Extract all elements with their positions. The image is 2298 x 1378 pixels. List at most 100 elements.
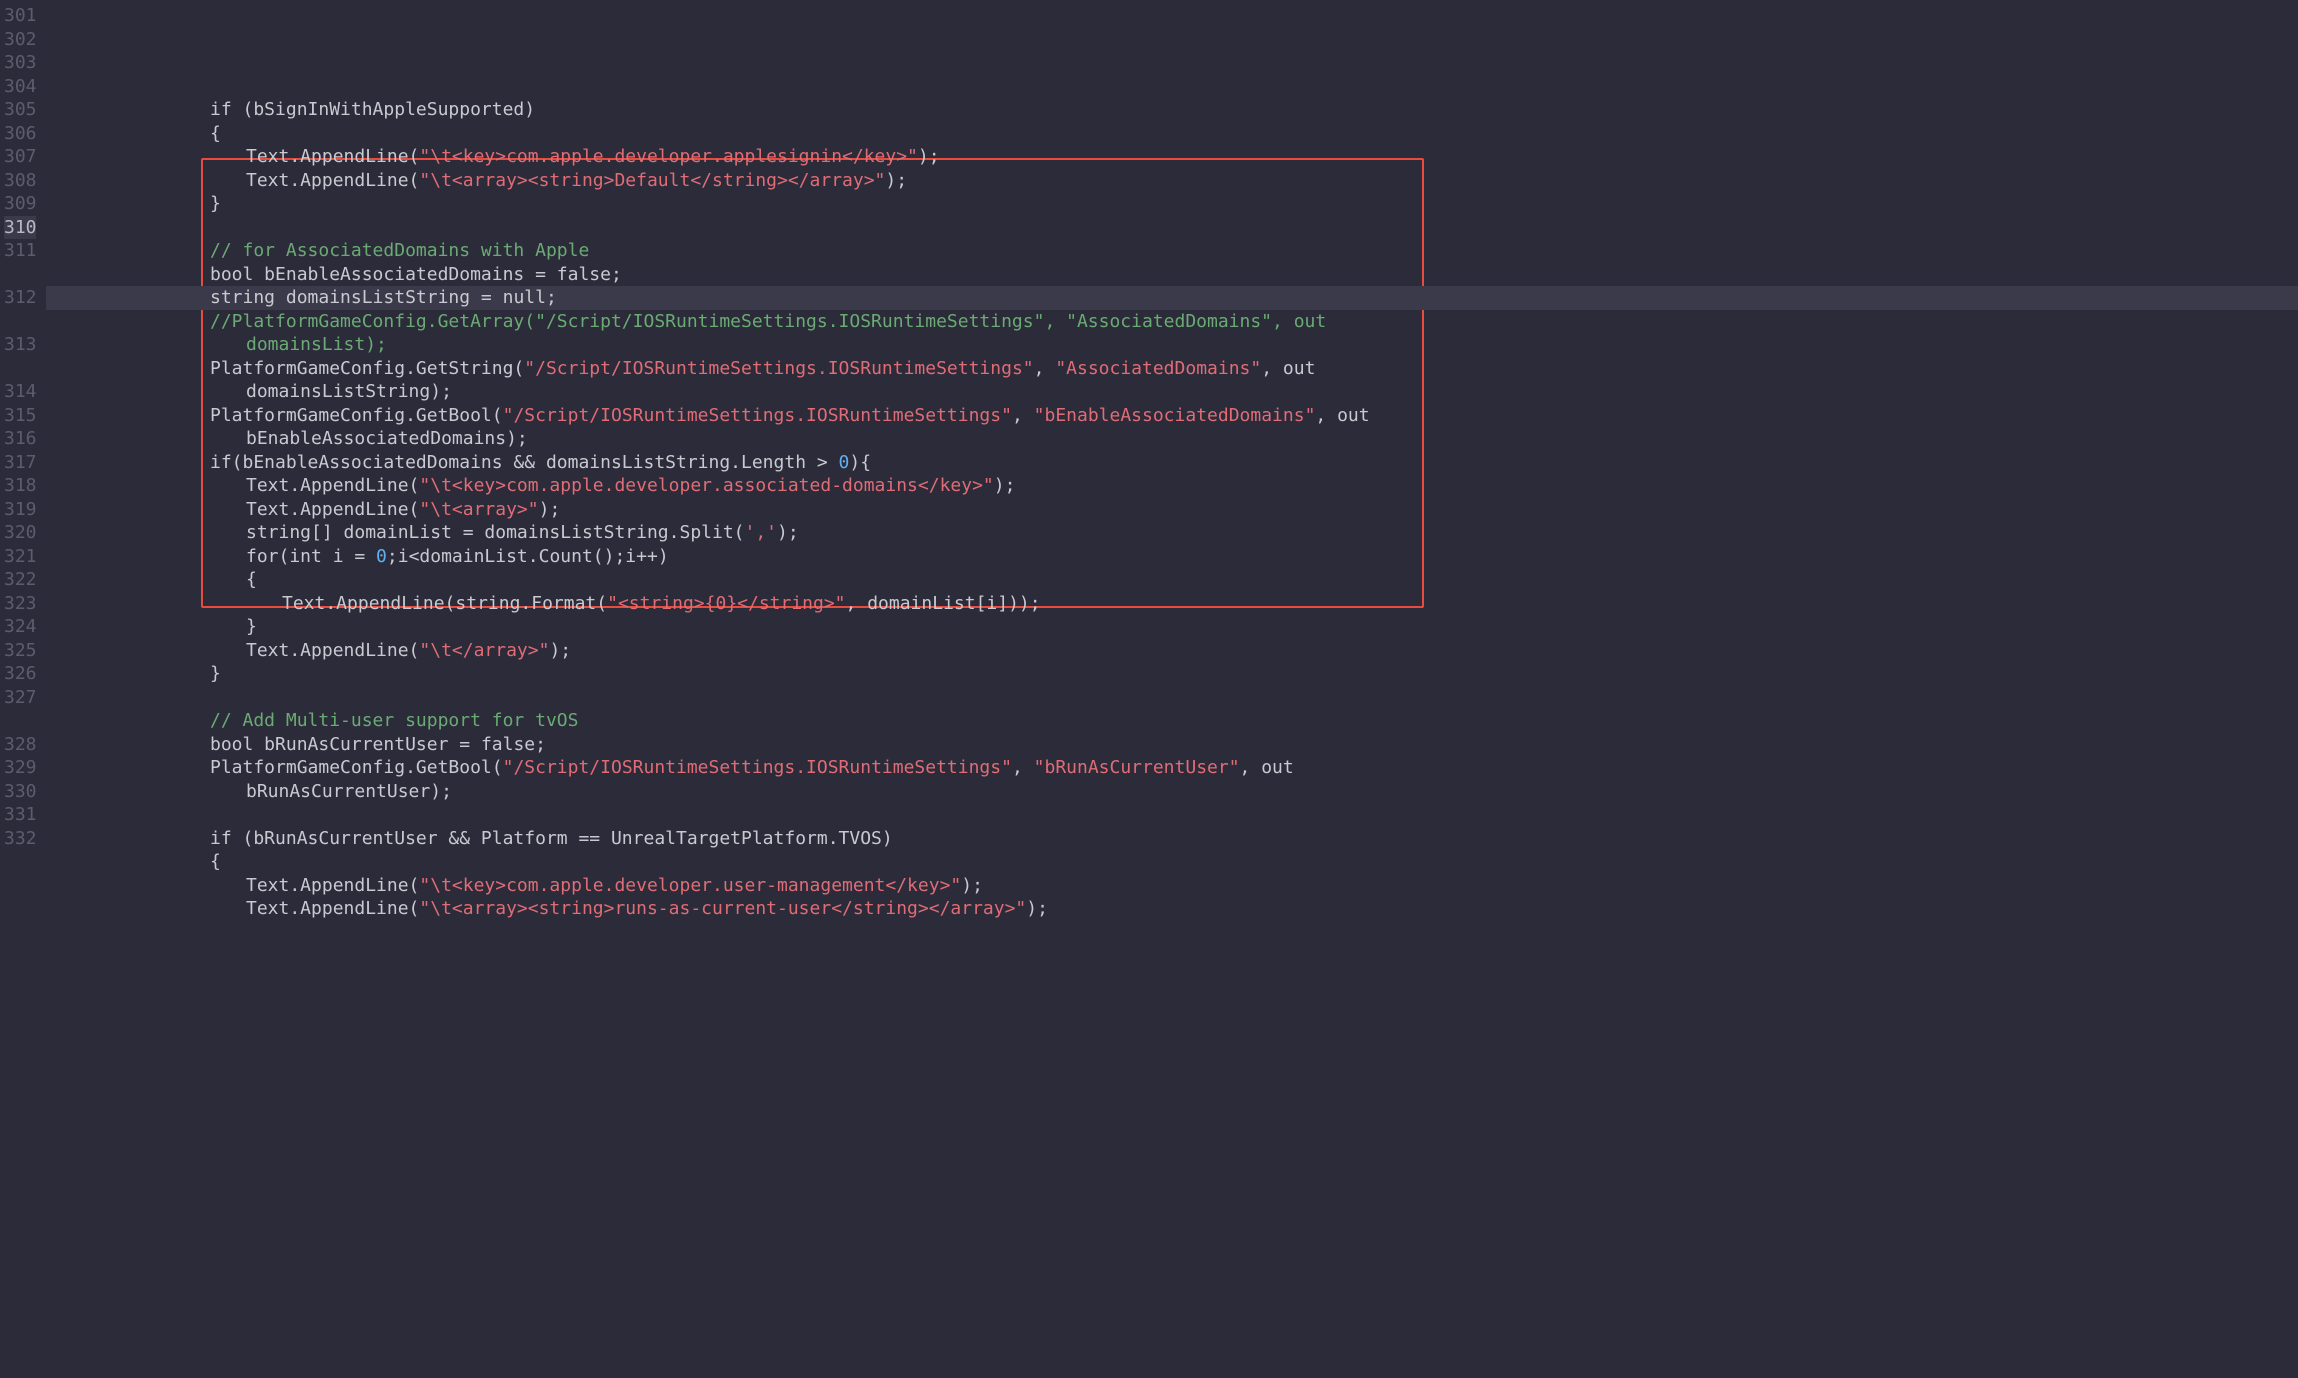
code-line[interactable]: Text.AppendLine("\t<array><string>runs-a… bbox=[46, 897, 2298, 921]
line-number: 315 bbox=[4, 404, 36, 428]
code-line[interactable]: Text.AppendLine("\t<key>com.apple.develo… bbox=[46, 145, 2298, 169]
line-number: 321 bbox=[4, 545, 36, 569]
token-com: // Add Multi-user support for tvOS bbox=[210, 710, 578, 731]
token-id: if (bRunAsCurrentUser && Platform == Unr… bbox=[210, 828, 893, 849]
code-line[interactable]: string domainsListString = null; bbox=[46, 286, 2298, 310]
line-number: 320 bbox=[4, 521, 36, 545]
code-line[interactable]: string[] domainList = domainsListString.… bbox=[46, 521, 2298, 545]
line-number: 325 bbox=[4, 639, 36, 663]
code-line[interactable]: if (bSignInWithAppleSupported) bbox=[46, 98, 2298, 122]
code-line[interactable]: bool bRunAsCurrentUser = false; bbox=[46, 733, 2298, 757]
code-line[interactable]: // for AssociatedDomains with Apple bbox=[46, 239, 2298, 263]
code-line[interactable]: } bbox=[46, 615, 2298, 639]
code-line[interactable]: PlatformGameConfig.GetBool("/Script/IOSR… bbox=[46, 404, 2298, 428]
code-line[interactable]: if (bRunAsCurrentUser && Platform == Unr… bbox=[46, 827, 2298, 851]
code-line[interactable]: bRunAsCurrentUser); bbox=[46, 780, 2298, 804]
line-number-gutter: 3013023033043053063073083093103113123133… bbox=[0, 0, 46, 1378]
token-id: ;i<domainList.Count();i++) bbox=[387, 546, 669, 567]
line-number bbox=[4, 357, 36, 381]
code-line[interactable]: if(bEnableAssociatedDomains && domainsLi… bbox=[46, 451, 2298, 475]
token-id: if(bEnableAssociatedDomains && domainsLi… bbox=[210, 452, 839, 473]
token-str: "<string>{0}</string>" bbox=[607, 593, 845, 614]
code-line[interactable]: Text.AppendLine(string.Format("<string>{… bbox=[46, 592, 2298, 616]
line-number bbox=[4, 709, 36, 733]
code-line[interactable]: { bbox=[46, 850, 2298, 874]
code-line[interactable]: PlatformGameConfig.GetString("/Script/IO… bbox=[46, 357, 2298, 381]
code-line[interactable]: domainsListString); bbox=[46, 380, 2298, 404]
code-line[interactable]: //PlatformGameConfig.GetArray("/Script/I… bbox=[46, 310, 2298, 334]
token-id: , out bbox=[1240, 757, 1305, 778]
line-number: 316 bbox=[4, 427, 36, 451]
token-id: Text.AppendLine(string.Format( bbox=[282, 593, 607, 614]
token-op: ); bbox=[777, 522, 799, 543]
token-bool: false bbox=[557, 264, 611, 285]
token-op: ; bbox=[535, 734, 546, 755]
token-op: ); bbox=[994, 475, 1016, 496]
line-number: 323 bbox=[4, 592, 36, 616]
line-number: 330 bbox=[4, 780, 36, 804]
code-line[interactable]: Text.AppendLine("\t<array><string>Defaul… bbox=[46, 169, 2298, 193]
line-number: 314 bbox=[4, 380, 36, 404]
token-id: for(int i = bbox=[246, 546, 376, 567]
token-str: "\t<key>com.apple.developer.user-managem… bbox=[419, 875, 961, 896]
code-line[interactable]: PlatformGameConfig.GetBool("/Script/IOSR… bbox=[46, 756, 2298, 780]
code-line[interactable]: domainsList); bbox=[46, 333, 2298, 357]
code-line[interactable]: Text.AppendLine("\t<key>com.apple.develo… bbox=[46, 474, 2298, 498]
token-op: ); bbox=[1026, 898, 1048, 919]
token-com: //PlatformGameConfig.GetArray("/Script/I… bbox=[210, 311, 1337, 332]
code-line[interactable]: { bbox=[46, 122, 2298, 146]
code-line[interactable]: Text.AppendLine("\t<array>"); bbox=[46, 498, 2298, 522]
line-number: 307 bbox=[4, 145, 36, 169]
line-number: 312 bbox=[4, 286, 36, 310]
token-str: "\t<array><string>Default</string></arra… bbox=[419, 170, 885, 191]
token-id: Text.AppendLine( bbox=[246, 875, 419, 896]
token-op: ); bbox=[549, 640, 571, 661]
token-id: if (bSignInWithAppleSupported) bbox=[210, 99, 535, 120]
code-area[interactable]: if (bSignInWithAppleSupported){Text.Appe… bbox=[46, 0, 2298, 1378]
token-str: "AssociatedDomains" bbox=[1055, 358, 1261, 379]
code-line[interactable] bbox=[46, 686, 2298, 710]
token-num: 0 bbox=[839, 452, 850, 473]
code-line[interactable]: { bbox=[46, 568, 2298, 592]
token-op: ); bbox=[885, 170, 907, 191]
token-op: , bbox=[1034, 358, 1056, 379]
line-number bbox=[4, 263, 36, 287]
token-id: bRunAsCurrentUser); bbox=[246, 781, 452, 802]
token-op: ); bbox=[918, 146, 940, 167]
code-line[interactable] bbox=[46, 216, 2298, 240]
code-line[interactable] bbox=[46, 75, 2298, 99]
token-op: { bbox=[246, 569, 257, 590]
line-number: 303 bbox=[4, 51, 36, 75]
code-line[interactable]: for(int i = 0;i<domainList.Count();i++) bbox=[46, 545, 2298, 569]
code-line[interactable]: // Add Multi-user support for tvOS bbox=[46, 709, 2298, 733]
line-number: 326 bbox=[4, 662, 36, 686]
line-number: 302 bbox=[4, 28, 36, 52]
token-str: "\t<key>com.apple.developer.associated-d… bbox=[419, 475, 993, 496]
line-number: 313 bbox=[4, 333, 36, 357]
token-op: { bbox=[210, 851, 221, 872]
code-line[interactable] bbox=[46, 803, 2298, 827]
token-com: // for AssociatedDomains with Apple bbox=[210, 240, 589, 261]
token-op: } bbox=[246, 616, 257, 637]
code-line[interactable]: Text.AppendLine("\t</array>"); bbox=[46, 639, 2298, 663]
line-number: 306 bbox=[4, 122, 36, 146]
line-number: 304 bbox=[4, 75, 36, 99]
code-line[interactable]: bool bEnableAssociatedDomains = false; bbox=[46, 263, 2298, 287]
line-number: 322 bbox=[4, 568, 36, 592]
line-number: 332 bbox=[4, 827, 36, 851]
line-number: 309 bbox=[4, 192, 36, 216]
code-line[interactable]: } bbox=[46, 662, 2298, 686]
line-number: 319 bbox=[4, 498, 36, 522]
token-id: Text.AppendLine( bbox=[246, 898, 419, 919]
token-str: "\t<array><string>runs-as-current-user</… bbox=[419, 898, 1026, 919]
line-number: 329 bbox=[4, 756, 36, 780]
code-line[interactable]: Text.AppendLine("\t<key>com.apple.develo… bbox=[46, 874, 2298, 898]
code-line[interactable]: } bbox=[46, 192, 2298, 216]
line-number: 311 bbox=[4, 239, 36, 263]
code-editor[interactable]: 3013023033043053063073083093103113123133… bbox=[0, 0, 2298, 1378]
token-id: PlatformGameConfig.GetBool( bbox=[210, 757, 503, 778]
token-op: ); bbox=[539, 499, 561, 520]
line-number: 324 bbox=[4, 615, 36, 639]
code-line[interactable]: bEnableAssociatedDomains); bbox=[46, 427, 2298, 451]
line-number: 301 bbox=[4, 4, 36, 28]
